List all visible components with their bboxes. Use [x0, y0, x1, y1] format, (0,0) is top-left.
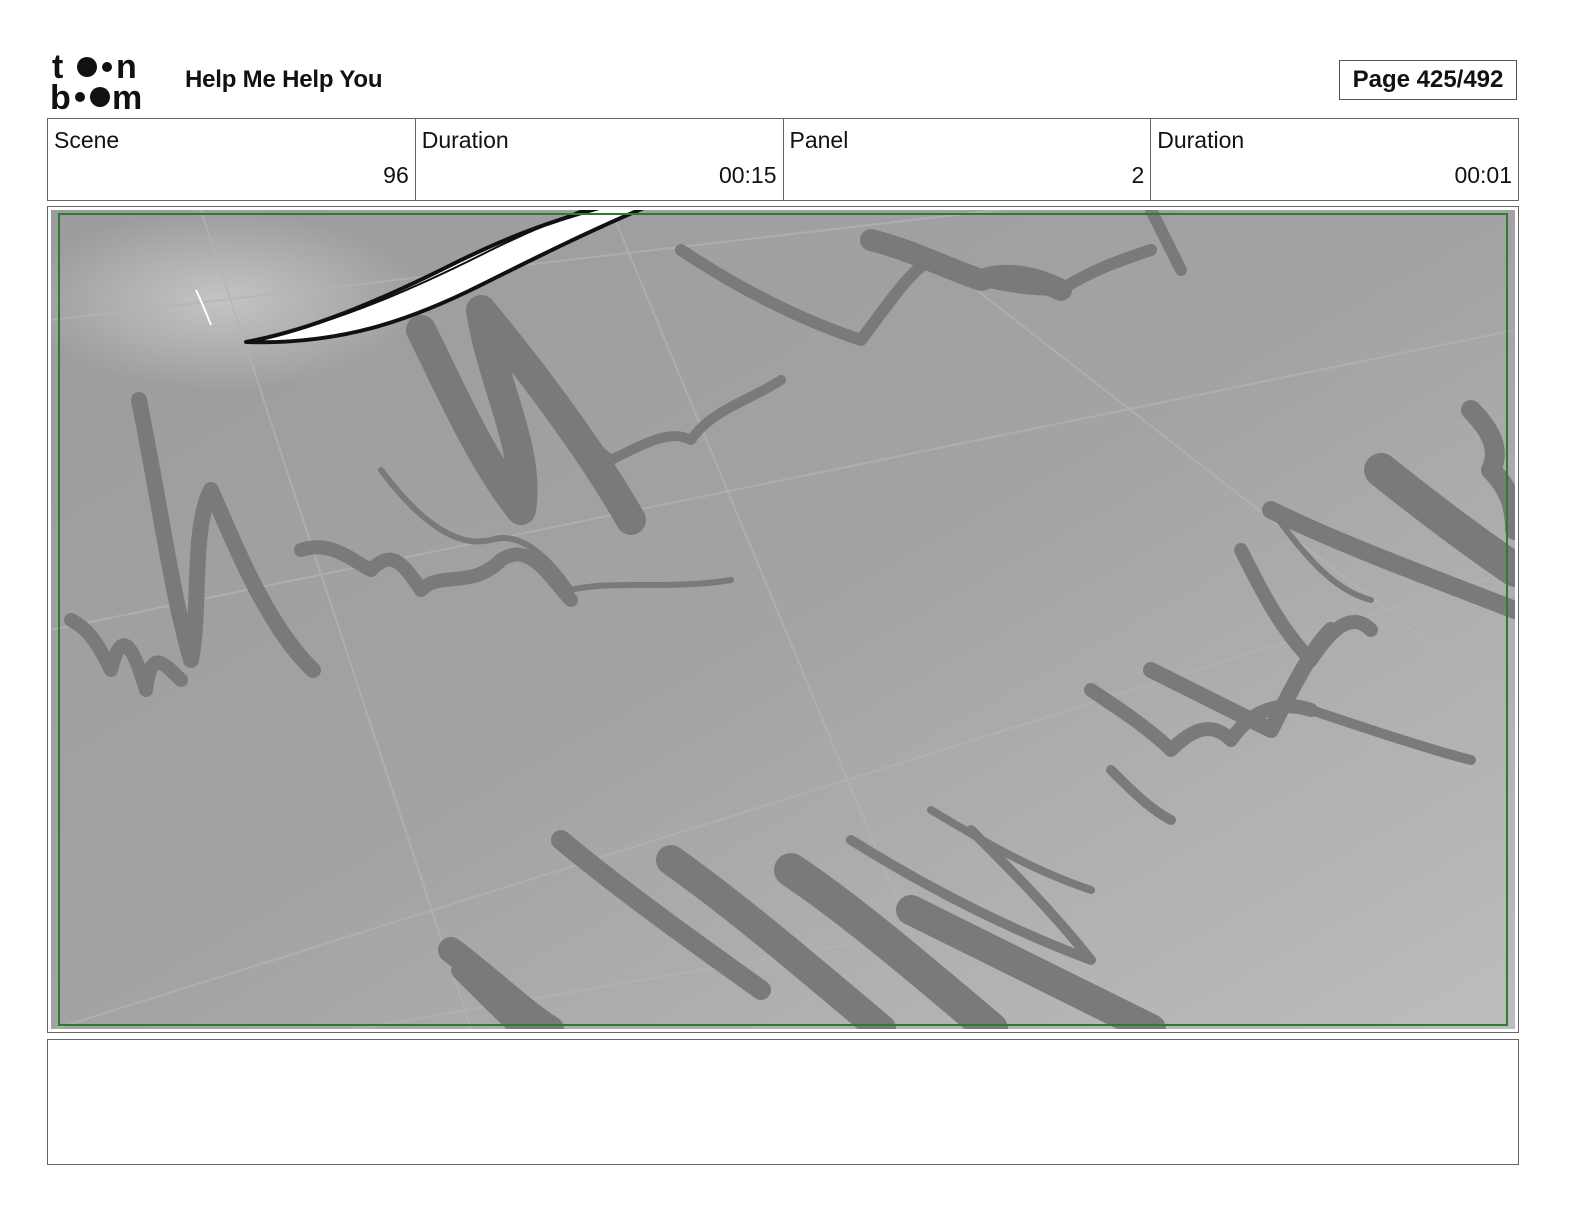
panel-duration-cell: Duration 00:01	[1150, 119, 1518, 200]
scene-duration-cell: Duration 00:15	[414, 119, 783, 200]
panel-duration-value: 00:01	[1454, 162, 1512, 188]
scene-duration-label: Duration	[421, 127, 509, 153]
scene-label: Scene	[54, 127, 120, 153]
svg-text:m: m	[112, 79, 142, 112]
panel-notes-box	[47, 1039, 1519, 1165]
panel-duration-label: Duration	[1157, 127, 1245, 153]
svg-text:b: b	[50, 79, 71, 112]
page-indicator: Page 425/492	[1339, 60, 1517, 100]
scene-cell: Scene 96	[48, 119, 415, 200]
scene-value: 96	[383, 162, 409, 188]
panel-label: Panel	[789, 127, 849, 153]
toonboom-logo-mark: t n b m	[50, 48, 142, 117]
scene-duration-value: 00:15	[718, 162, 777, 188]
storyboard-panel	[47, 206, 1519, 1033]
panel-artwork	[51, 210, 1515, 1029]
toonboom-logo: t n b m	[50, 48, 165, 117]
project-title: Help Me Help You	[185, 66, 383, 93]
scene-info-table: Scene 96 Duration 00:15 Panel 2 Duration…	[47, 118, 1519, 201]
panel-cell: Panel 2	[782, 119, 1151, 200]
panel-value: 2	[1131, 162, 1145, 188]
panel-drawing	[51, 210, 1515, 1029]
